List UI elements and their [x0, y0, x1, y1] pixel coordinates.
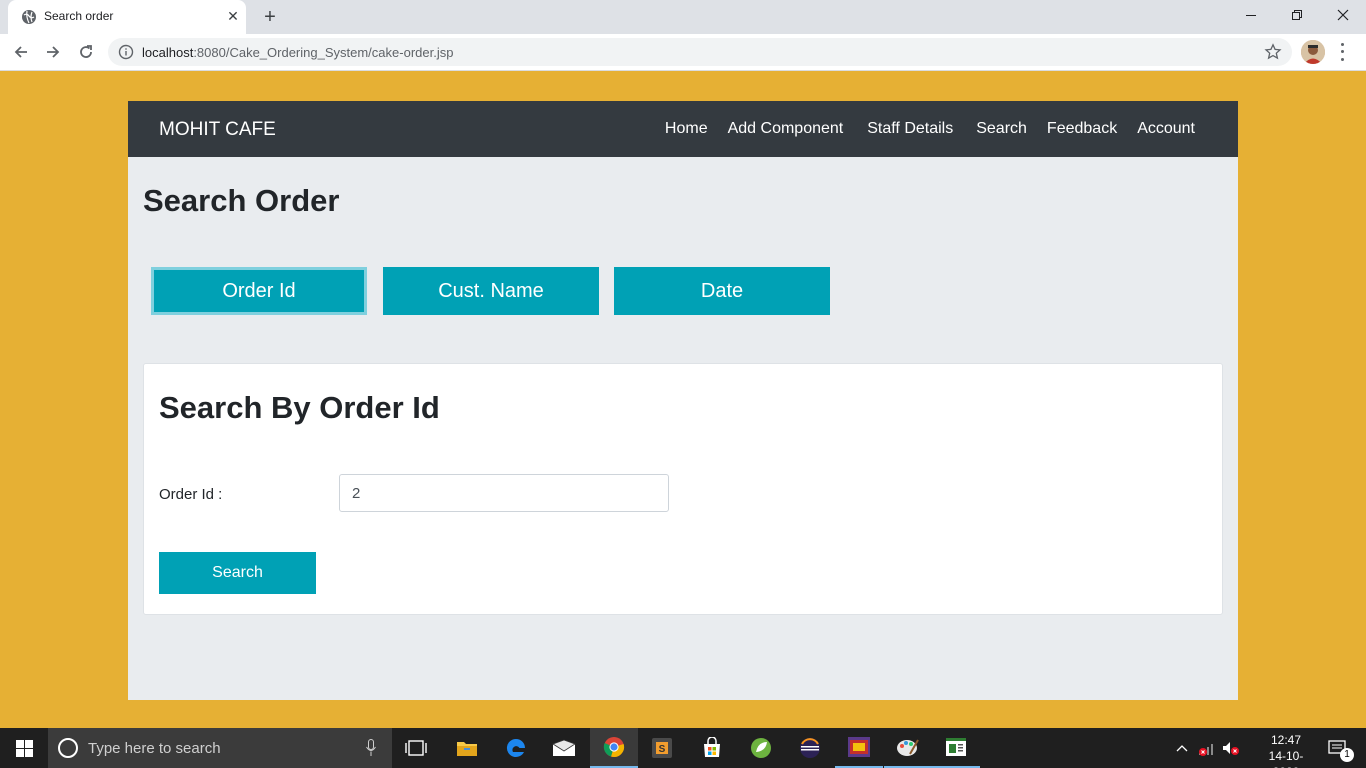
- tab-title: Search order: [44, 9, 114, 23]
- microsoft-store-icon[interactable]: [688, 728, 736, 768]
- brand-logo[interactable]: MOHIT CAFE: [159, 119, 276, 141]
- notification-count-badge: 1: [1340, 748, 1354, 762]
- close-window-icon[interactable]: [1320, 0, 1366, 30]
- nav-link-home[interactable]: Home: [665, 120, 708, 138]
- search-button[interactable]: Search: [159, 552, 316, 594]
- svg-text:S: S: [659, 744, 666, 755]
- mail-icon[interactable]: [540, 728, 588, 768]
- file-explorer-icon[interactable]: [443, 728, 491, 768]
- clock-date: 14-10-2020: [1268, 749, 1304, 768]
- profile-avatar[interactable]: [1301, 40, 1325, 64]
- nav-link-search[interactable]: Search: [976, 120, 1027, 138]
- edge-browser-icon[interactable]: [492, 728, 540, 768]
- star-icon[interactable]: [1264, 43, 1282, 61]
- filter-order-id-button[interactable]: Order Id: [151, 267, 367, 315]
- windows-start-icon[interactable]: [0, 728, 48, 768]
- url-text: localhost:8080/Cake_Ordering_System/cake…: [142, 45, 453, 60]
- url-host: localhost: [142, 45, 194, 60]
- back-arrow-icon[interactable]: [9, 40, 33, 64]
- nav-links: Home Add Component Staff Details Search …: [665, 120, 1195, 138]
- restore-icon[interactable]: [1274, 0, 1320, 30]
- browser-tab[interactable]: Search order ✕: [8, 0, 246, 34]
- close-tab-icon[interactable]: ✕: [224, 7, 242, 25]
- cortana-icon: [58, 738, 78, 758]
- card-title: Search By Order Id: [159, 390, 440, 425]
- spring-tool-icon[interactable]: [737, 728, 785, 768]
- windows-taskbar: Type here to search S 12:47 14-10- 1: [0, 728, 1366, 768]
- system-clock[interactable]: 12:47 14-10-2020: [1262, 732, 1310, 768]
- browser-toolbar: localhost:8080/Cake_Ordering_System/cake…: [0, 34, 1366, 71]
- network-disconnected-icon[interactable]: [1196, 728, 1218, 768]
- nav-link-account[interactable]: Account: [1137, 120, 1195, 138]
- nav-link-feedback[interactable]: Feedback: [1047, 120, 1117, 138]
- taskbar-search-placeholder: Type here to search: [88, 740, 221, 757]
- url-path: :8080/Cake_Ordering_System/cake-order.js…: [193, 45, 454, 60]
- task-view-icon[interactable]: [392, 728, 440, 768]
- eclipse-icon[interactable]: [786, 728, 834, 768]
- globe-icon: [22, 10, 36, 24]
- browser-tabstrip: Search order ✕ +: [0, 0, 1366, 34]
- address-bar[interactable]: localhost:8080/Cake_Ordering_System/cake…: [108, 38, 1292, 66]
- game-app-icon[interactable]: [835, 728, 883, 768]
- new-tab-button[interactable]: +: [258, 5, 282, 29]
- document-viewer-icon[interactable]: [932, 728, 980, 768]
- filter-customer-name-button[interactable]: Cust. Name: [383, 267, 599, 315]
- reload-icon[interactable]: [74, 40, 98, 64]
- site-navbar: MOHIT CAFE Home Add Component Staff Deta…: [128, 101, 1238, 157]
- microphone-icon[interactable]: [366, 739, 376, 757]
- nav-link-add-component[interactable]: Add Component: [728, 120, 844, 138]
- order-id-label: Order Id :: [159, 486, 223, 503]
- info-icon[interactable]: [118, 44, 134, 60]
- page-container: MOHIT CAFE Home Add Component Staff Deta…: [128, 101, 1238, 700]
- clock-time: 12:47: [1270, 733, 1302, 747]
- sublime-text-icon[interactable]: S: [638, 728, 686, 768]
- volume-muted-icon[interactable]: [1220, 728, 1242, 768]
- nav-link-staff-details[interactable]: Staff Details: [867, 120, 953, 138]
- paint-icon[interactable]: [884, 728, 932, 768]
- taskbar-search-box[interactable]: Type here to search: [48, 728, 392, 768]
- chrome-icon[interactable]: [590, 728, 638, 768]
- chevron-up-icon[interactable]: [1172, 728, 1192, 768]
- forward-arrow-icon[interactable]: [41, 40, 65, 64]
- search-card: Search By Order Id Order Id : Search: [143, 363, 1223, 615]
- minimize-icon[interactable]: [1228, 0, 1274, 30]
- filter-date-button[interactable]: Date: [614, 267, 830, 315]
- notification-center-icon[interactable]: 1: [1322, 728, 1354, 768]
- menu-icon[interactable]: [1336, 41, 1348, 63]
- page-title: Search Order: [143, 183, 340, 218]
- order-id-input[interactable]: [339, 474, 669, 512]
